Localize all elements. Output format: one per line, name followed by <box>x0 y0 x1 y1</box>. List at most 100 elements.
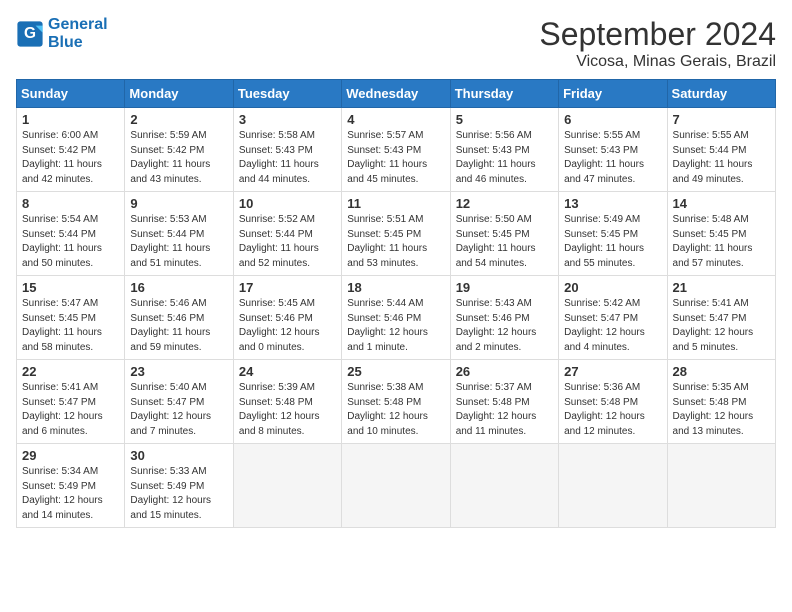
day-number: 18 <box>347 280 444 295</box>
calendar-day: 17 Sunrise: 5:45 AM Sunset: 5:46 PM Dayli… <box>233 276 341 360</box>
day-info: Sunrise: 5:52 AM Sunset: 5:44 PM Dayligh… <box>239 213 336 271</box>
day-number: 10 <box>239 196 336 211</box>
calendar-day: 28Sunrise: 5:35 AM Sunset: 5:48 PM Dayli… <box>667 360 775 444</box>
calendar-day: 5 Sunrise: 5:56 AM Sunset: 5:43 PM Daylig… <box>450 108 558 192</box>
day-info: Sunrise: 5:49 AM Sunset: 5:45 PM Dayligh… <box>564 213 661 271</box>
day-number: 27 <box>564 364 661 379</box>
weekday-header-saturday: Saturday <box>667 80 775 108</box>
day-info: Sunrise: 5:55 AM Sunset: 5:43 PM Dayligh… <box>564 129 661 187</box>
day-number: 9 <box>130 196 227 211</box>
day-number: 28 <box>673 364 770 379</box>
calendar-day: 13 Sunrise: 5:49 AM Sunset: 5:45 PM Dayli… <box>559 192 667 276</box>
logo-line2: Blue <box>48 34 108 52</box>
calendar-week-1: 1 Sunrise: 6:00 AM Sunset: 5:42 PM Daylig… <box>17 108 776 192</box>
day-number: 1 <box>22 112 119 127</box>
calendar-day <box>667 444 775 528</box>
day-number: 4 <box>347 112 444 127</box>
day-number: 14 <box>673 196 770 211</box>
day-info: Sunrise: 5:41 AM Sunset: 5:47 PM Dayligh… <box>673 297 770 355</box>
calendar-week-3: 15 Sunrise: 5:47 AM Sunset: 5:45 PM Dayli… <box>17 276 776 360</box>
day-number: 17 <box>239 280 336 295</box>
month-title: September 2024 <box>539 16 776 53</box>
calendar-day <box>450 444 558 528</box>
day-number: 7 <box>673 112 770 127</box>
calendar-day: 16 Sunrise: 5:46 AM Sunset: 5:46 PM Dayli… <box>125 276 233 360</box>
weekday-header-friday: Friday <box>559 80 667 108</box>
calendar-day: 11Sunrise: 5:51 AM Sunset: 5:45 PM Dayli… <box>342 192 450 276</box>
calendar-day: 23Sunrise: 5:40 AM Sunset: 5:47 PM Dayli… <box>125 360 233 444</box>
day-info: Sunrise: 5:38 AM Sunset: 5:48 PM Dayligh… <box>347 381 444 439</box>
day-info: Sunrise: 5:33 AM Sunset: 5:49 PM Dayligh… <box>130 465 227 523</box>
day-info: Sunrise: 5:36 AM Sunset: 5:48 PM Dayligh… <box>564 381 661 439</box>
day-info: Sunrise: 5:53 AM Sunset: 5:44 PM Dayligh… <box>130 213 227 271</box>
calendar-table: SundayMondayTuesdayWednesdayThursdayFrid… <box>16 79 776 528</box>
day-number: 6 <box>564 112 661 127</box>
day-number: 19 <box>456 280 553 295</box>
weekday-header-thursday: Thursday <box>450 80 558 108</box>
logo-icon: G <box>16 20 44 48</box>
day-info: Sunrise: 5:55 AM Sunset: 5:44 PM Dayligh… <box>673 129 770 187</box>
calendar-week-5: 29Sunrise: 5:34 AM Sunset: 5:49 PM Dayli… <box>17 444 776 528</box>
weekday-header-row: SundayMondayTuesdayWednesdayThursdayFrid… <box>17 80 776 108</box>
day-info: Sunrise: 5:34 AM Sunset: 5:49 PM Dayligh… <box>22 465 119 523</box>
calendar-day: 1 Sunrise: 6:00 AM Sunset: 5:42 PM Daylig… <box>17 108 125 192</box>
day-number: 8 <box>22 196 119 211</box>
calendar-day: 19Sunrise: 5:43 AM Sunset: 5:46 PM Dayli… <box>450 276 558 360</box>
day-info: Sunrise: 5:54 AM Sunset: 5:44 PM Dayligh… <box>22 213 119 271</box>
day-info: Sunrise: 5:44 AM Sunset: 5:46 PM Dayligh… <box>347 297 444 355</box>
day-info: Sunrise: 5:48 AM Sunset: 5:45 PM Dayligh… <box>673 213 770 271</box>
day-number: 22 <box>22 364 119 379</box>
calendar-day: 21 Sunrise: 5:41 AM Sunset: 5:47 PM Dayli… <box>667 276 775 360</box>
day-info: Sunrise: 5:45 AM Sunset: 5:46 PM Dayligh… <box>239 297 336 355</box>
calendar-day <box>233 444 341 528</box>
day-info: Sunrise: 5:46 AM Sunset: 5:46 PM Dayligh… <box>130 297 227 355</box>
day-info: Sunrise: 5:37 AM Sunset: 5:48 PM Dayligh… <box>456 381 553 439</box>
calendar-day: 27 Sunrise: 5:36 AM Sunset: 5:48 PM Dayli… <box>559 360 667 444</box>
calendar-day: 29Sunrise: 5:34 AM Sunset: 5:49 PM Dayli… <box>17 444 125 528</box>
day-number: 23 <box>130 364 227 379</box>
calendar-day: 8 Sunrise: 5:54 AM Sunset: 5:44 PM Daylig… <box>17 192 125 276</box>
day-number: 26 <box>456 364 553 379</box>
calendar-day: 26 Sunrise: 5:37 AM Sunset: 5:48 PM Dayli… <box>450 360 558 444</box>
day-number: 2 <box>130 112 227 127</box>
weekday-header-monday: Monday <box>125 80 233 108</box>
calendar-day: 12 Sunrise: 5:50 AM Sunset: 5:45 PM Dayli… <box>450 192 558 276</box>
calendar-day: 4 Sunrise: 5:57 AM Sunset: 5:43 PM Daylig… <box>342 108 450 192</box>
calendar-day: 18 Sunrise: 5:44 AM Sunset: 5:46 PM Dayli… <box>342 276 450 360</box>
calendar-day: 6 Sunrise: 5:55 AM Sunset: 5:43 PM Daylig… <box>559 108 667 192</box>
svg-text:G: G <box>24 25 36 42</box>
day-number: 3 <box>239 112 336 127</box>
calendar-day: 7 Sunrise: 5:55 AM Sunset: 5:44 PM Daylig… <box>667 108 775 192</box>
day-number: 11 <box>347 196 444 211</box>
day-number: 12 <box>456 196 553 211</box>
logo-line1: General <box>48 16 108 34</box>
calendar-day: 2 Sunrise: 5:59 AM Sunset: 5:42 PM Daylig… <box>125 108 233 192</box>
day-info: Sunrise: 5:59 AM Sunset: 5:42 PM Dayligh… <box>130 129 227 187</box>
calendar-day: 30Sunrise: 5:33 AM Sunset: 5:49 PM Dayli… <box>125 444 233 528</box>
day-number: 16 <box>130 280 227 295</box>
weekday-header-sunday: Sunday <box>17 80 125 108</box>
calendar-day: 3Sunrise: 5:58 AM Sunset: 5:43 PM Daylig… <box>233 108 341 192</box>
day-info: Sunrise: 5:57 AM Sunset: 5:43 PM Dayligh… <box>347 129 444 187</box>
day-number: 15 <box>22 280 119 295</box>
calendar-day: 20Sunrise: 5:42 AM Sunset: 5:47 PM Dayli… <box>559 276 667 360</box>
page-header: G General Blue September 2024 Vicosa, Mi… <box>16 16 776 71</box>
day-info: Sunrise: 6:00 AM Sunset: 5:42 PM Dayligh… <box>22 129 119 187</box>
calendar-day: 9 Sunrise: 5:53 AM Sunset: 5:44 PM Daylig… <box>125 192 233 276</box>
day-number: 13 <box>564 196 661 211</box>
calendar-week-4: 22 Sunrise: 5:41 AM Sunset: 5:47 PM Dayli… <box>17 360 776 444</box>
day-info: Sunrise: 5:41 AM Sunset: 5:47 PM Dayligh… <box>22 381 119 439</box>
weekday-header-tuesday: Tuesday <box>233 80 341 108</box>
day-number: 21 <box>673 280 770 295</box>
logo: G General Blue <box>16 16 108 51</box>
calendar-day: 22 Sunrise: 5:41 AM Sunset: 5:47 PM Dayli… <box>17 360 125 444</box>
day-number: 5 <box>456 112 553 127</box>
calendar-day: 15 Sunrise: 5:47 AM Sunset: 5:45 PM Dayli… <box>17 276 125 360</box>
location: Vicosa, Minas Gerais, Brazil <box>539 53 776 71</box>
day-number: 24 <box>239 364 336 379</box>
day-info: Sunrise: 5:47 AM Sunset: 5:45 PM Dayligh… <box>22 297 119 355</box>
day-info: Sunrise: 5:50 AM Sunset: 5:45 PM Dayligh… <box>456 213 553 271</box>
calendar-day <box>559 444 667 528</box>
calendar-day: 24Sunrise: 5:39 AM Sunset: 5:48 PM Dayli… <box>233 360 341 444</box>
day-info: Sunrise: 5:56 AM Sunset: 5:43 PM Dayligh… <box>456 129 553 187</box>
